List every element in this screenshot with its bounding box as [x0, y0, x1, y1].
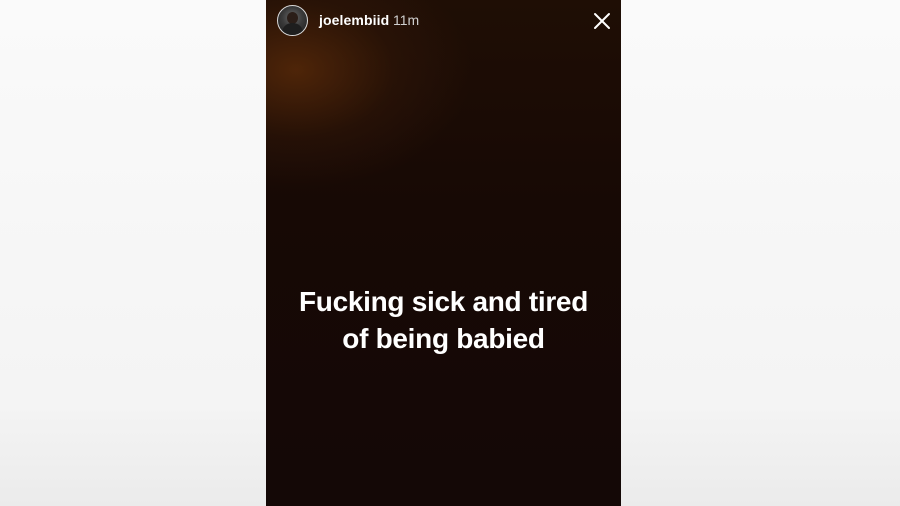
story-timestamp: 11m	[393, 12, 420, 28]
caption-line-1: Fucking sick and tired	[298, 286, 589, 317]
story-username[interactable]: joelembiid	[319, 12, 389, 28]
avatar-body	[282, 23, 303, 35]
story-viewer[interactable]: joelembiid 11m Fucking sick and tired of…	[266, 0, 621, 506]
close-icon	[594, 13, 610, 29]
story-caption: Fucking sick and tired of being babied	[266, 283, 621, 357]
close-button[interactable]	[592, 11, 612, 31]
caption-line-2: of being babied	[342, 323, 545, 354]
avatar[interactable]	[277, 5, 308, 36]
story-header: joelembiid 11m	[266, 0, 621, 40]
